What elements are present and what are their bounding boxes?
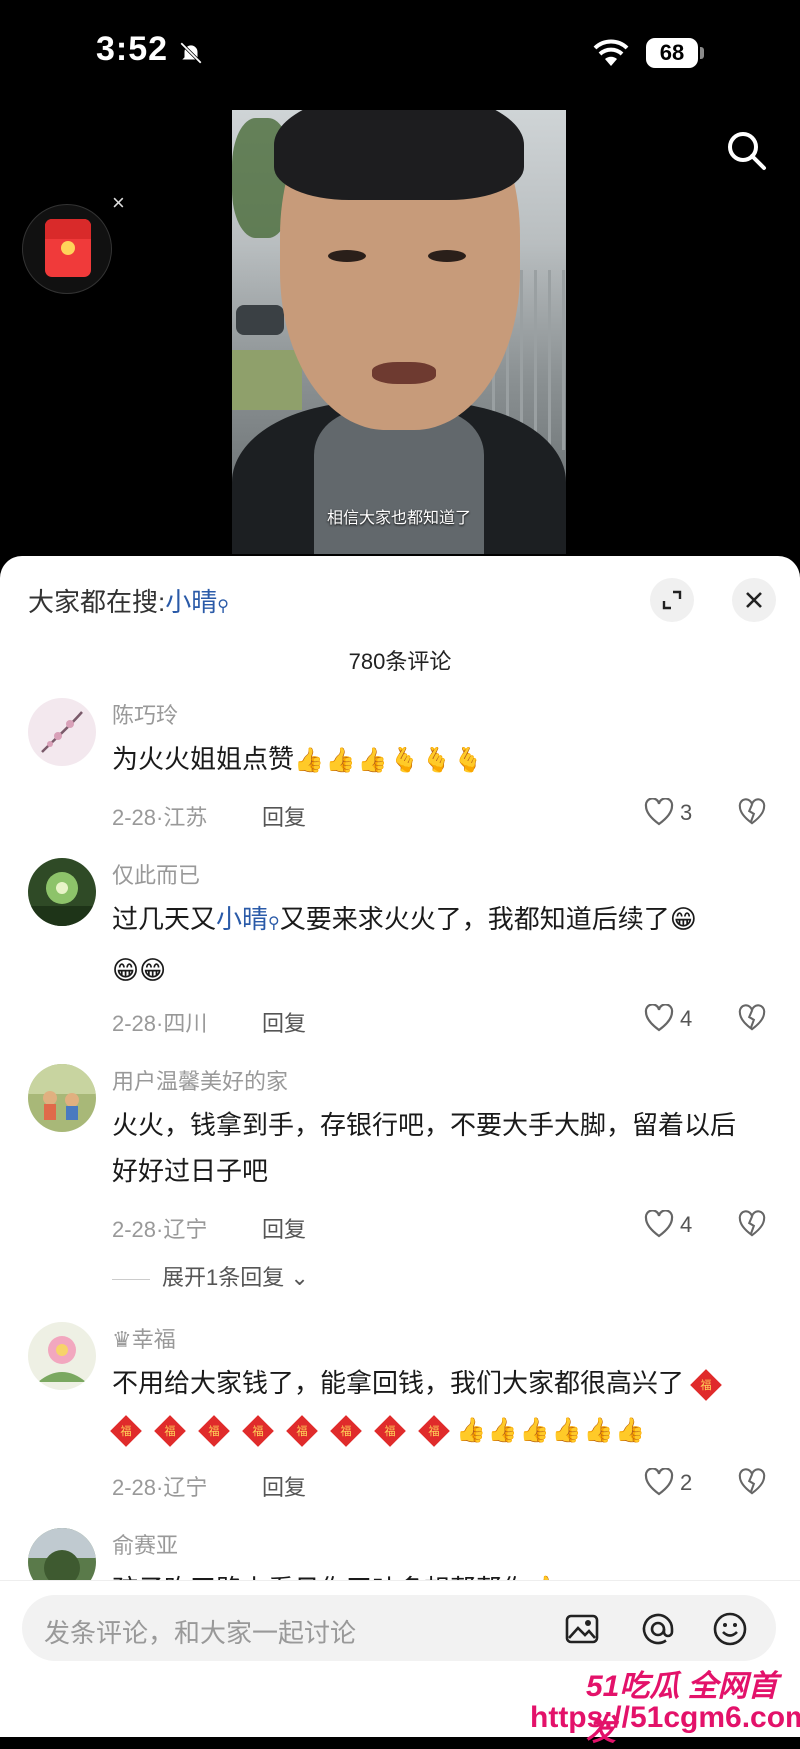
bell-muted-icon [180, 42, 202, 64]
search-small-icon: ⚲ [217, 598, 229, 615]
video-player[interactable]: 相信大家也都知道了 [232, 110, 566, 554]
comment-date-location: 2-28·四川 [112, 1011, 208, 1036]
comment-username[interactable]: 用户温馨美好的家 [112, 1064, 288, 1096]
fu-emoji: 福 [690, 1369, 722, 1401]
like-count: 4 [680, 1006, 693, 1031]
comment-date-location: 2-28·江苏 [112, 805, 208, 830]
comment-keyword-link[interactable]: 小晴 [216, 904, 268, 934]
at-mention-icon[interactable] [640, 1611, 676, 1647]
broken-heart-icon[interactable] [738, 1004, 766, 1032]
reply-button[interactable]: 回复 [262, 1212, 306, 1244]
reply-button[interactable]: 回复 [262, 800, 306, 832]
video-person-eye [428, 250, 466, 262]
comment-username[interactable]: ♛幸福 [112, 1322, 176, 1354]
red-packet-close-icon[interactable]: × [112, 190, 125, 216]
comment-username[interactable]: 陈巧玲 [112, 698, 178, 730]
video-person-collar [314, 410, 484, 554]
comment-date-location: 2-28·辽宁 [112, 1475, 208, 1500]
video-car [236, 305, 284, 335]
search-icon[interactable] [724, 128, 768, 172]
like-count: 4 [680, 1212, 693, 1237]
red-envelope-icon [45, 219, 91, 277]
comment-input-placeholder: 发条评论，和大家一起讨论 [44, 1618, 357, 1648]
expand-replies-button[interactable]: 展开1条回复 ⌄ [112, 1260, 309, 1292]
watermark-url: https://51cgm6.com [530, 1701, 800, 1734]
video-grass [232, 350, 302, 410]
like-count: 3 [680, 800, 693, 825]
comments-sheet: 大家都在搜:小晴⚲ 780条评论 陈巧玲 为火火姐姐点赞👍👍👍🫰🫰🫰 2-28·… [0, 556, 800, 1736]
status-time: 3:52 [96, 30, 169, 68]
avatar[interactable] [28, 1322, 96, 1390]
heart-icon[interactable] [644, 1468, 674, 1496]
wifi-icon [593, 39, 629, 66]
video-person-hair [274, 110, 524, 200]
broken-heart-icon[interactable] [738, 798, 766, 826]
broken-heart-icon[interactable] [738, 1210, 766, 1238]
video-person-eye [328, 250, 366, 262]
hot-search-label: 大家都在搜: [28, 587, 166, 617]
battery-indicator: 68 [646, 38, 698, 68]
like-count: 2 [680, 1470, 693, 1495]
comment-text: 火火，钱拿到手，存银行吧，不要大手大脚，留着以后好好过日子吧 [112, 1110, 737, 1186]
comment-count: 780条评论 [348, 649, 452, 674]
comment-input[interactable]: 发条评论，和大家一起讨论 [22, 1595, 776, 1661]
status-bar: 3:52 68 [0, 0, 800, 110]
avatar[interactable] [28, 1064, 96, 1132]
video-person-mouth [372, 362, 436, 384]
comment-date-location: 2-28·辽宁 [112, 1217, 208, 1242]
reply-button[interactable]: 回复 [262, 1006, 306, 1038]
hot-search-keyword[interactable]: 小晴 [165, 587, 217, 617]
heart-icon[interactable] [644, 1210, 674, 1238]
reply-button[interactable]: 回复 [262, 1470, 306, 1502]
close-sheet-button[interactable] [732, 578, 776, 622]
broken-heart-icon[interactable] [738, 1468, 766, 1496]
image-icon[interactable] [564, 1611, 600, 1647]
heart-icon[interactable] [644, 798, 674, 826]
expand-icon [662, 590, 682, 610]
red-packet-button[interactable] [22, 204, 112, 294]
comment-text: 过几天又小晴⚲又要来求火火了，我都知道后续了😁 😁😁 [112, 904, 697, 985]
comment-text: 为火火姐姐点赞👍👍👍🫰🫰🫰 [112, 744, 486, 774]
expand-sheet-button[interactable] [650, 578, 694, 622]
comment-text: 不用给大家钱了，能拿回钱，我们大家都很高兴了福福福福福福福福福 👍👍👍👍👍👍 [110, 1360, 752, 1454]
emoji-icon[interactable] [712, 1611, 748, 1647]
comment-username[interactable]: 俞赛亚 [112, 1528, 178, 1560]
chevron-down-icon: ⌄ [284, 1265, 309, 1290]
hot-search[interactable]: 大家都在搜:小晴⚲ [28, 582, 229, 619]
avatar[interactable] [28, 698, 96, 766]
comment-username[interactable]: 仅此而已 [112, 858, 200, 890]
video-caption: 相信大家也都知道了 [326, 510, 471, 527]
heart-icon[interactable] [644, 1004, 674, 1032]
close-icon [746, 592, 762, 608]
avatar[interactable] [28, 858, 96, 926]
battery-tip [700, 47, 704, 59]
comment-input-bar: 发条评论，和大家一起讨论 51吃瓜 全网首发 https://51cgm6.co… [0, 1580, 800, 1747]
